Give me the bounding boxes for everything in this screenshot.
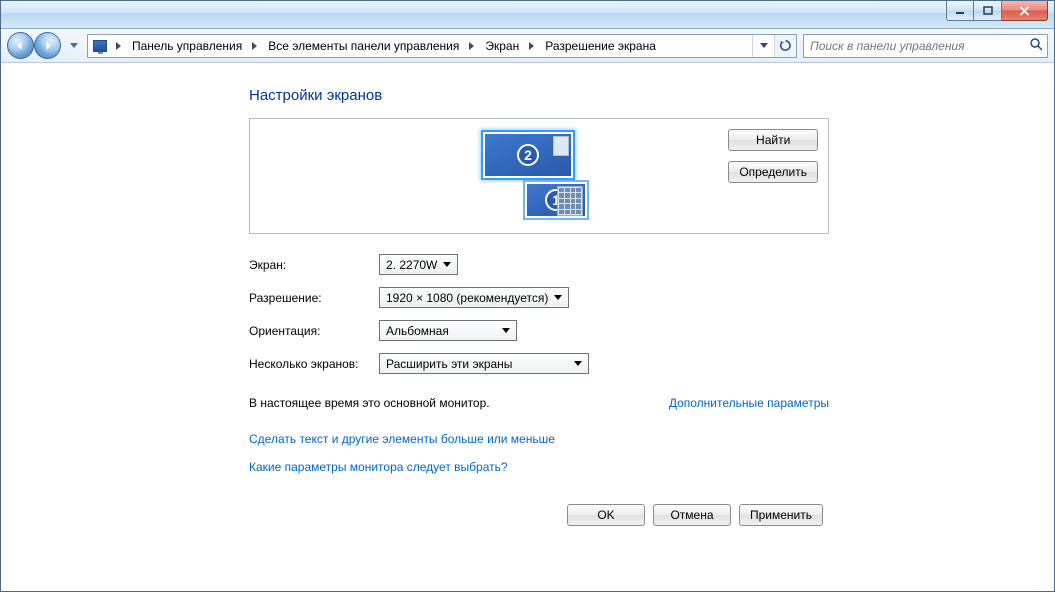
window-controls xyxy=(946,1,1048,21)
content-area: Настройки экранов 2 1 Найти Определить Э… xyxy=(1,63,1054,591)
apply-button[interactable]: Применить xyxy=(739,504,823,526)
orientation-value: Альбомная xyxy=(386,324,449,338)
address-bar[interactable]: Панель управления Все элементы панели уп… xyxy=(87,34,797,58)
chevron-down-icon xyxy=(570,356,585,371)
breadcrumb-all-items[interactable]: Все элементы панели управления xyxy=(262,35,465,57)
breadcrumb-resolution[interactable]: Разрешение экрана xyxy=(539,35,662,57)
monitor-number: 2 xyxy=(517,144,539,166)
orientation-select[interactable]: Альбомная xyxy=(379,320,517,341)
help-link[interactable]: Какие параметры монитора следует выбрать… xyxy=(249,460,829,474)
chevron-down-icon xyxy=(439,257,454,272)
forward-button[interactable] xyxy=(34,32,61,59)
refresh-button[interactable] xyxy=(774,35,796,57)
resolution-label: Разрешение: xyxy=(249,291,379,305)
nav-history-dropdown[interactable] xyxy=(67,36,81,56)
breadcrumb-control-panel[interactable]: Панель управления xyxy=(126,35,248,57)
display-preview: 2 1 Найти Определить xyxy=(249,118,829,234)
advanced-settings-link[interactable]: Дополнительные параметры xyxy=(669,396,829,410)
search-box[interactable] xyxy=(803,34,1048,58)
title-bar xyxy=(1,1,1054,29)
crumb-sep-icon[interactable] xyxy=(112,35,126,57)
crumb-sep-icon[interactable] xyxy=(465,35,479,57)
back-button[interactable] xyxy=(7,32,34,59)
breadcrumb-display[interactable]: Экран xyxy=(479,35,525,57)
multiple-displays-value: Расширить эти экраны xyxy=(386,357,512,371)
nav-buttons xyxy=(7,32,61,59)
cancel-button[interactable]: Отмена xyxy=(653,504,731,526)
dialog-footer: OK Отмена Применить xyxy=(249,504,823,526)
chevron-down-icon xyxy=(550,290,565,305)
ok-button[interactable]: OK xyxy=(567,504,645,526)
screen-label: Экран: xyxy=(249,258,379,272)
orientation-label: Ориентация: xyxy=(249,324,379,338)
primary-monitor-status: В настоящее время это основной монитор. xyxy=(249,396,490,410)
screen-value: 2. 2270W xyxy=(386,258,437,272)
resolution-select[interactable]: 1920 × 1080 (рекомендуется) xyxy=(379,287,569,308)
detect-button[interactable]: Найти xyxy=(728,129,818,151)
crumb-sep-icon[interactable] xyxy=(525,35,539,57)
taskbar-icon xyxy=(557,186,583,216)
resolution-value: 1920 × 1080 (рекомендуется) xyxy=(386,291,548,305)
control-panel-icon xyxy=(90,36,110,56)
chevron-down-icon xyxy=(498,323,513,338)
toolbar: Панель управления Все элементы панели уп… xyxy=(1,29,1054,63)
multiple-displays-select[interactable]: Расширить эти экраны xyxy=(379,353,589,374)
address-dropdown-button[interactable] xyxy=(752,35,774,57)
settings-form: Экран: 2. 2270W Разрешение: 1920 × 1080 … xyxy=(249,254,829,374)
multiple-displays-label: Несколько экранов: xyxy=(249,357,379,371)
identify-button[interactable]: Определить xyxy=(728,161,818,183)
search-icon[interactable] xyxy=(1029,37,1043,54)
close-button[interactable] xyxy=(1002,1,1048,21)
monitors-diagram[interactable]: 2 1 xyxy=(469,128,609,224)
monitor-2[interactable]: 2 xyxy=(483,132,573,178)
crumb-sep-icon[interactable] xyxy=(248,35,262,57)
page-title: Настройки экранов xyxy=(249,87,829,104)
monitor-1[interactable]: 1 xyxy=(525,182,587,218)
screen-select[interactable]: 2. 2270W xyxy=(379,254,458,275)
maximize-button[interactable] xyxy=(974,1,1002,21)
monitor-window-icon xyxy=(553,136,569,156)
search-input[interactable] xyxy=(808,38,1029,54)
text-size-link[interactable]: Сделать текст и другие элементы больше и… xyxy=(249,432,829,446)
minimize-button[interactable] xyxy=(946,1,974,21)
